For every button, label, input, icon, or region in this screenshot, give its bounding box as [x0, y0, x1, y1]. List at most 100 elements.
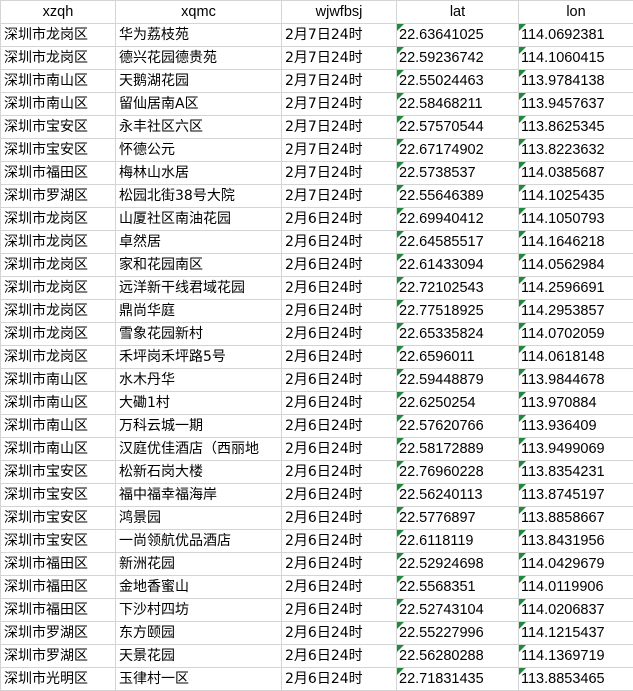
cell-xzqh[interactable]: 深圳市福田区	[1, 553, 116, 576]
cell-xzqh[interactable]: 深圳市宝安区	[1, 530, 116, 553]
cell-xqmc[interactable]: 金地香蜜山	[116, 576, 282, 599]
cell-wjwfbsj[interactable]: 2月6日24时	[282, 645, 397, 668]
cell-wjwfbsj[interactable]: 2月7日24时	[282, 162, 397, 185]
cell-lat[interactable]: 22.55646389	[397, 185, 519, 208]
cell-lon[interactable]: 114.1369719	[519, 645, 633, 668]
cell-xzqh[interactable]: 深圳市龙岗区	[1, 300, 116, 323]
cell-wjwfbsj[interactable]: 2月6日24时	[282, 392, 397, 415]
cell-lat[interactable]: 22.55024463	[397, 70, 519, 93]
cell-xzqh[interactable]: 深圳市宝安区	[1, 507, 116, 530]
cell-lon[interactable]: 113.8853465	[519, 668, 633, 691]
cell-lat[interactable]: 22.58468211	[397, 93, 519, 116]
cell-xqmc[interactable]: 松园北街38号大院	[116, 185, 282, 208]
cell-wjwfbsj[interactable]: 2月6日24时	[282, 553, 397, 576]
cell-wjwfbsj[interactable]: 2月6日24时	[282, 530, 397, 553]
cell-xqmc[interactable]: 华为荔枝苑	[116, 24, 282, 47]
cell-wjwfbsj[interactable]: 2月6日24时	[282, 622, 397, 645]
cell-wjwfbsj[interactable]: 2月6日24时	[282, 277, 397, 300]
cell-wjwfbsj[interactable]: 2月6日24时	[282, 461, 397, 484]
cell-xqmc[interactable]: 东方颐园	[116, 622, 282, 645]
cell-xzqh[interactable]: 深圳市龙岗区	[1, 47, 116, 70]
cell-xzqh[interactable]: 深圳市龙岗区	[1, 231, 116, 254]
cell-lon[interactable]: 114.1215437	[519, 622, 633, 645]
header-cell-lat[interactable]: lat	[397, 1, 519, 24]
cell-xzqh[interactable]: 深圳市罗湖区	[1, 622, 116, 645]
cell-lat[interactable]: 22.6118119	[397, 530, 519, 553]
cell-lat[interactable]: 22.6596011	[397, 346, 519, 369]
cell-lon[interactable]: 114.0692381	[519, 24, 633, 47]
cell-wjwfbsj[interactable]: 2月6日24时	[282, 438, 397, 461]
cell-xzqh[interactable]: 深圳市罗湖区	[1, 185, 116, 208]
cell-lon[interactable]: 114.1050793	[519, 208, 633, 231]
cell-xqmc[interactable]: 大磡1村	[116, 392, 282, 415]
cell-lon[interactable]: 114.1646218	[519, 231, 633, 254]
cell-lon[interactable]: 113.8354231	[519, 461, 633, 484]
cell-lon[interactable]: 114.0618148	[519, 346, 633, 369]
cell-xzqh[interactable]: 深圳市龙岗区	[1, 346, 116, 369]
cell-xzqh[interactable]: 深圳市光明区	[1, 668, 116, 691]
cell-wjwfbsj[interactable]: 2月6日24时	[282, 346, 397, 369]
cell-wjwfbsj[interactable]: 2月6日24时	[282, 507, 397, 530]
cell-wjwfbsj[interactable]: 2月7日24时	[282, 70, 397, 93]
cell-lat[interactable]: 22.59448879	[397, 369, 519, 392]
cell-lat[interactable]: 22.52743104	[397, 599, 519, 622]
cell-lon[interactable]: 114.1025435	[519, 185, 633, 208]
cell-lon[interactable]: 113.8745197	[519, 484, 633, 507]
cell-lat[interactable]: 22.71831435	[397, 668, 519, 691]
cell-xqmc[interactable]: 梅林山水居	[116, 162, 282, 185]
cell-lat[interactable]: 22.56280288	[397, 645, 519, 668]
cell-lat[interactable]: 22.59236742	[397, 47, 519, 70]
cell-wjwfbsj[interactable]: 2月6日24时	[282, 208, 397, 231]
cell-wjwfbsj[interactable]: 2月7日24时	[282, 139, 397, 162]
cell-lat[interactable]: 22.5738537	[397, 162, 519, 185]
cell-lon[interactable]: 114.2596691	[519, 277, 633, 300]
cell-lon[interactable]: 113.970884	[519, 392, 633, 415]
cell-wjwfbsj[interactable]: 2月6日24时	[282, 231, 397, 254]
cell-wjwfbsj[interactable]: 2月6日24时	[282, 484, 397, 507]
cell-xqmc[interactable]: 雪象花园新村	[116, 323, 282, 346]
cell-lat[interactable]: 22.57620766	[397, 415, 519, 438]
cell-wjwfbsj[interactable]: 2月7日24时	[282, 93, 397, 116]
cell-xzqh[interactable]: 深圳市龙岗区	[1, 323, 116, 346]
cell-lon[interactable]: 114.0562984	[519, 254, 633, 277]
cell-xzqh[interactable]: 深圳市南山区	[1, 70, 116, 93]
cell-lon[interactable]: 114.0429679	[519, 553, 633, 576]
cell-xzqh[interactable]: 深圳市南山区	[1, 369, 116, 392]
cell-lon[interactable]: 113.8431956	[519, 530, 633, 553]
cell-wjwfbsj[interactable]: 2月6日24时	[282, 323, 397, 346]
cell-xqmc[interactable]: 远洋新干线君域花园	[116, 277, 282, 300]
cell-lon[interactable]: 114.0206837	[519, 599, 633, 622]
cell-lon[interactable]: 113.8625345	[519, 116, 633, 139]
cell-lat[interactable]: 22.72102543	[397, 277, 519, 300]
cell-lat[interactable]: 22.52924698	[397, 553, 519, 576]
cell-lon[interactable]: 114.2953857	[519, 300, 633, 323]
cell-xzqh[interactable]: 深圳市宝安区	[1, 139, 116, 162]
cell-xqmc[interactable]: 卓然居	[116, 231, 282, 254]
cell-lat[interactable]: 22.67174902	[397, 139, 519, 162]
cell-xzqh[interactable]: 深圳市宝安区	[1, 484, 116, 507]
cell-xqmc[interactable]: 汉庭优佳酒店（西丽地	[116, 438, 282, 461]
cell-lon[interactable]: 113.8858667	[519, 507, 633, 530]
cell-wjwfbsj[interactable]: 2月7日24时	[282, 185, 397, 208]
cell-lon[interactable]: 113.9784138	[519, 70, 633, 93]
cell-lat[interactable]: 22.5568351	[397, 576, 519, 599]
header-cell-lon[interactable]: lon	[519, 1, 633, 24]
cell-xzqh[interactable]: 深圳市福田区	[1, 162, 116, 185]
cell-wjwfbsj[interactable]: 2月7日24时	[282, 24, 397, 47]
cell-xzqh[interactable]: 深圳市龙岗区	[1, 24, 116, 47]
cell-lat[interactable]: 22.77518925	[397, 300, 519, 323]
cell-lat[interactable]: 22.69940412	[397, 208, 519, 231]
cell-xzqh[interactable]: 深圳市龙岗区	[1, 277, 116, 300]
cell-wjwfbsj[interactable]: 2月7日24时	[282, 47, 397, 70]
cell-lon[interactable]: 114.1060415	[519, 47, 633, 70]
cell-wjwfbsj[interactable]: 2月6日24时	[282, 599, 397, 622]
cell-xqmc[interactable]: 新洲花园	[116, 553, 282, 576]
cell-xqmc[interactable]: 禾坪岗禾坪路5号	[116, 346, 282, 369]
cell-lat[interactable]: 22.76960228	[397, 461, 519, 484]
cell-xzqh[interactable]: 深圳市龙岗区	[1, 208, 116, 231]
cell-xzqh[interactable]: 深圳市南山区	[1, 438, 116, 461]
cell-xqmc[interactable]: 天景花园	[116, 645, 282, 668]
cell-lon[interactable]: 113.9844678	[519, 369, 633, 392]
cell-wjwfbsj[interactable]: 2月7日24时	[282, 116, 397, 139]
cell-xqmc[interactable]: 下沙村四坊	[116, 599, 282, 622]
